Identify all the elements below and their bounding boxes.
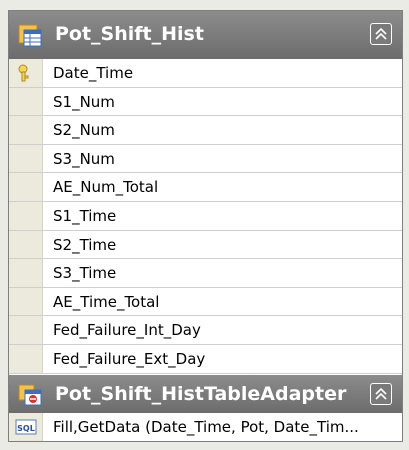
column-row[interactable]: S1_Time — [9, 201, 402, 231]
designer-canvas: Pot_Shift_Hist Date_Time S1_Num S2_Num S… — [0, 0, 409, 450]
chevron-up-icon — [375, 387, 387, 400]
column-name: Date_Time — [53, 64, 134, 82]
row-gutter: SQL — [9, 413, 43, 441]
column-row[interactable]: S3_Num — [9, 144, 402, 174]
datatable-title: Pot_Shift_Hist — [55, 23, 204, 45]
row-gutter — [9, 87, 43, 116]
table-adapter-icon — [17, 381, 43, 407]
query-row[interactable]: SQL Fill,GetData (Date_Time, Pot, Date_T… — [9, 413, 402, 441]
row-gutter — [9, 173, 43, 201]
datatable-panel[interactable]: Pot_Shift_Hist Date_Time S1_Num S2_Num S… — [8, 10, 403, 442]
column-row[interactable]: Fed_Failure_Ext_Day — [9, 344, 402, 374]
column-name: Fed_Failure_Int_Day — [53, 321, 201, 340]
column-row[interactable]: S2_Time — [9, 230, 402, 260]
row-gutter — [9, 116, 43, 144]
svg-text:SQL: SQL — [17, 424, 35, 433]
row-gutter — [9, 316, 43, 344]
table-adapter-title-bar[interactable]: Pot_Shift_HistTableAdapter — [9, 375, 402, 413]
column-name: S1_Num — [53, 92, 115, 111]
column-row[interactable]: S1_Num — [9, 87, 402, 117]
chevron-up-icon — [375, 27, 387, 40]
column-row[interactable]: AE_Time_Total — [9, 287, 402, 317]
sql-query-icon: SQL — [15, 418, 37, 436]
column-name: S2_Num — [53, 121, 115, 140]
row-gutter — [9, 287, 43, 316]
row-gutter — [9, 144, 43, 173]
column-name: S1_Time — [53, 206, 117, 225]
row-gutter — [9, 259, 43, 287]
table-adapter-title: Pot_Shift_HistTableAdapter — [55, 383, 347, 405]
column-name: AE_Time_Total — [53, 292, 160, 311]
column-name: S3_Time — [53, 264, 117, 283]
collapse-adapter-button[interactable] — [370, 383, 392, 405]
column-name: AE_Num_Total — [53, 178, 159, 197]
datatable-title-bar[interactable]: Pot_Shift_Hist — [9, 11, 402, 59]
column-row[interactable]: S2_Num — [9, 116, 402, 145]
primary-key-icon — [16, 63, 36, 83]
column-row[interactable]: S3_Time — [9, 259, 402, 288]
column-name: S2_Time — [53, 235, 117, 254]
row-gutter — [9, 201, 43, 230]
column-row[interactable]: AE_Num_Total — [9, 173, 402, 202]
row-gutter — [9, 344, 43, 373]
collapse-table-button[interactable] — [370, 23, 392, 45]
row-gutter — [9, 230, 43, 259]
column-name: Fed_Failure_Ext_Day — [53, 349, 206, 368]
table-icon — [17, 22, 43, 48]
row-gutter — [9, 59, 43, 87]
column-name: S3_Num — [53, 149, 115, 168]
column-row[interactable]: Fed_Failure_Int_Day — [9, 316, 402, 345]
column-list: Date_Time S1_Num S2_Num S3_Num AE_Num_To… — [9, 59, 402, 374]
query-text: Fill,GetData (Date_Time, Pot, Date_Tim..… — [53, 418, 359, 436]
column-row[interactable]: Date_Time — [9, 59, 402, 88]
